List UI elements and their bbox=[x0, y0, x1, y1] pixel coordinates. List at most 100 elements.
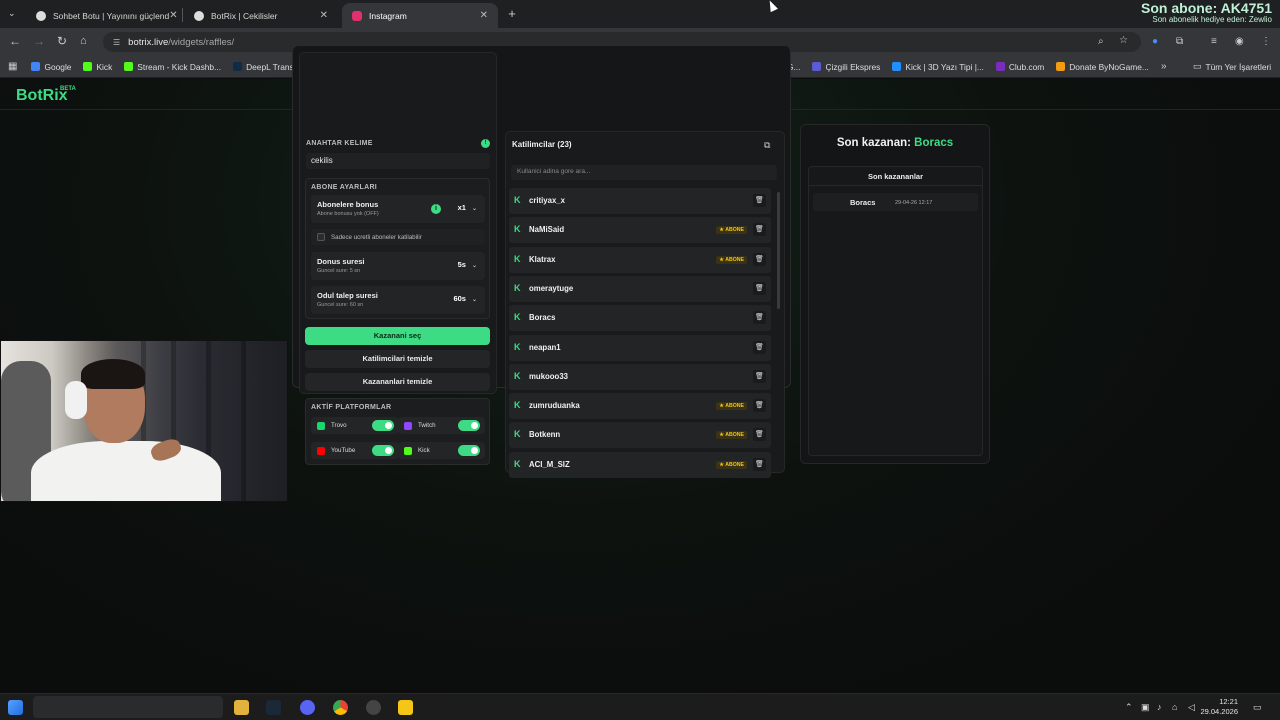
microphone-icon[interactable]: ♪ bbox=[1157, 702, 1162, 712]
delete-icon[interactable]: 🗑 bbox=[753, 428, 766, 442]
winner-name: Boracs bbox=[850, 198, 876, 207]
kick-icon: K bbox=[514, 224, 521, 235]
participant-row: K NaMiSaid ★ ABONE 🗑 bbox=[509, 217, 771, 244]
bookmark-item[interactable]: Stream - Kick Dashb... bbox=[124, 62, 221, 72]
media-icon[interactable]: ≡ bbox=[1211, 36, 1217, 47]
paid-only-label: Sadece ucretli aboneler katilabilir bbox=[331, 233, 422, 241]
bookmark-favicon bbox=[124, 62, 134, 71]
kick-icon: K bbox=[514, 282, 521, 293]
reload-icon[interactable]: ↻ bbox=[57, 34, 67, 48]
chevron-down-icon: ⌄ bbox=[471, 206, 477, 212]
network-icon[interactable]: ⌂ bbox=[1172, 702, 1177, 712]
star-icon[interactable]: ☆ bbox=[1119, 35, 1128, 46]
bookmark-item[interactable]: Kick bbox=[83, 62, 112, 72]
platform-youtube: YouTube bbox=[311, 442, 399, 459]
bookmark-item[interactable]: Donate ByNoGame... bbox=[1056, 62, 1149, 72]
bonus-time-select[interactable]: 5s ⌄ bbox=[458, 260, 477, 269]
winner-date: 29-04-26 12:17 bbox=[895, 200, 933, 206]
profile-icon[interactable]: ◉ bbox=[1235, 36, 1244, 47]
extension-icon[interactable]: ● bbox=[1152, 36, 1158, 47]
kick-icon: K bbox=[514, 370, 521, 381]
participant-row: Kcritiyax_x 🗑 bbox=[509, 188, 771, 214]
close-icon[interactable]: ✕ bbox=[320, 10, 328, 21]
tab-instagram[interactable]: Instagram ✕ bbox=[342, 3, 498, 28]
tab-botrix-cekilisler[interactable]: BotRix | Cekilisler ✕ bbox=[184, 3, 338, 28]
discord-icon[interactable] bbox=[300, 700, 315, 715]
kick-toggle[interactable] bbox=[458, 445, 480, 456]
system-clock[interactable]: 12:21 29.04.2026 bbox=[1200, 697, 1238, 717]
volume-icon[interactable]: ◁ bbox=[1188, 702, 1195, 713]
paid-only-checkbox-row[interactable]: Sadece ucretli aboneler katilabilir bbox=[311, 229, 485, 245]
participants-scrollbar[interactable] bbox=[777, 192, 780, 309]
bookmark-favicon bbox=[1056, 62, 1066, 71]
back-icon[interactable]: ← bbox=[9, 34, 21, 48]
claim-time-title: Odul talep suresi bbox=[317, 291, 378, 300]
delete-icon[interactable]: 🗑 bbox=[753, 194, 766, 207]
participants-title: Katilimcilar (23) bbox=[512, 140, 572, 149]
clock-time: 12:21 bbox=[1219, 697, 1238, 706]
brand-logo[interactable]: BotRix BETA bbox=[16, 86, 76, 105]
chevron-down-icon: ⌄ bbox=[471, 263, 477, 269]
trovo-toggle[interactable] bbox=[372, 420, 394, 431]
delete-icon[interactable]: 🗑 bbox=[753, 457, 766, 471]
clear-winners-button[interactable]: Kazananlari temizle bbox=[305, 373, 490, 391]
delete-icon[interactable]: 🗑 bbox=[753, 399, 766, 413]
sub-bonus-select[interactable]: x1 ⌄ bbox=[458, 203, 477, 212]
notification-icon[interactable]: ▭ bbox=[1253, 702, 1262, 713]
site-info-icon[interactable]: ☰ bbox=[113, 38, 120, 47]
delete-icon[interactable]: 🗑 bbox=[753, 311, 766, 325]
new-tab-button[interactable]: + bbox=[505, 7, 519, 21]
copy-icon[interactable]: ⧉ bbox=[764, 140, 770, 151]
zoom-icon[interactable]: ⌕ bbox=[1098, 36, 1104, 47]
app-icon[interactable] bbox=[398, 700, 413, 715]
bookmark-item[interactable]: Club.com bbox=[995, 62, 1044, 72]
extensions-puzzle-icon[interactable]: ⧉ bbox=[1176, 36, 1183, 47]
participant-row: K Botkenn ★ ABONE 🗑 bbox=[509, 422, 771, 449]
folder-icon: ▭ bbox=[1193, 61, 1202, 71]
forward-icon[interactable]: → bbox=[33, 34, 45, 48]
all-bookmarks-folder[interactable]: ▭ Tüm Yer İşaretleri bbox=[1193, 61, 1271, 72]
tab-search-icon[interactable]: ⌄ bbox=[8, 8, 16, 19]
bookmark-item[interactable]: Google bbox=[31, 62, 71, 72]
obs-icon[interactable] bbox=[366, 700, 381, 715]
delete-icon[interactable]: 🗑 bbox=[753, 281, 766, 295]
pick-winner-button[interactable]: Kazanani seç bbox=[305, 327, 490, 345]
close-icon[interactable]: ✕ bbox=[480, 10, 488, 21]
delete-icon[interactable]: 🗑 bbox=[753, 252, 766, 266]
checkbox[interactable] bbox=[317, 233, 325, 241]
sub-bonus-title: Abonelere bonus bbox=[317, 200, 379, 209]
search-box[interactable] bbox=[33, 696, 223, 718]
twitch-toggle[interactable] bbox=[458, 420, 480, 431]
claim-time-select[interactable]: 60s ⌄ bbox=[453, 294, 477, 303]
steam-icon[interactable] bbox=[266, 700, 281, 715]
delete-icon[interactable]: 🗑 bbox=[753, 223, 766, 237]
info-icon[interactable]: i bbox=[431, 204, 441, 214]
participant-name: Boracs bbox=[529, 313, 556, 323]
tray-chevron-icon[interactable]: ⌃ bbox=[1125, 702, 1133, 713]
bookmark-item[interactable]: Çizgili Ekspres bbox=[812, 62, 880, 72]
tab-sohbet-botu[interactable]: Sohbet Botu | Yayınını güçlend ✕ bbox=[26, 3, 180, 28]
browser-tab-bar: ⌄ Sohbet Botu | Yayınını güçlend ✕ BotRi… bbox=[0, 0, 1280, 28]
delete-icon[interactable]: 🗑 bbox=[753, 369, 766, 383]
bookmark-favicon bbox=[812, 62, 822, 71]
apps-icon[interactable]: ▦ bbox=[8, 61, 17, 72]
home-icon[interactable]: ⌂ bbox=[80, 34, 87, 48]
youtube-toggle[interactable] bbox=[372, 445, 394, 456]
tray-app-icon[interactable]: ▣ bbox=[1141, 702, 1150, 713]
menu-icon[interactable]: ⋮ bbox=[1261, 36, 1271, 47]
close-icon[interactable]: ✕ bbox=[169, 10, 177, 21]
more-bookmarks-icon[interactable]: » bbox=[1161, 61, 1167, 72]
chrome-icon[interactable] bbox=[333, 700, 348, 715]
bonus-time-row: Donus suresi Guncel sure: 5 sn 5s ⌄ bbox=[311, 252, 485, 280]
bookmark-item[interactable]: Kick | 3D Yazı Tipi |... bbox=[892, 62, 984, 72]
start-icon[interactable] bbox=[8, 700, 23, 715]
bonus-time-subtitle: Guncel sure: 5 sn bbox=[317, 268, 361, 274]
keyword-input[interactable]: cekilis bbox=[306, 153, 490, 169]
claim-time-subtitle: Guncel sure: 60 sn bbox=[317, 302, 364, 308]
delete-icon[interactable]: 🗑 bbox=[753, 340, 766, 354]
participant-search-input[interactable]: Kullanici adina gore ara... bbox=[511, 165, 777, 180]
bookmark-favicon bbox=[83, 62, 93, 71]
file-explorer-icon[interactable] bbox=[234, 700, 249, 715]
person-shirt bbox=[31, 441, 221, 501]
clear-participants-button[interactable]: Katilimcilari temizle bbox=[305, 350, 490, 368]
